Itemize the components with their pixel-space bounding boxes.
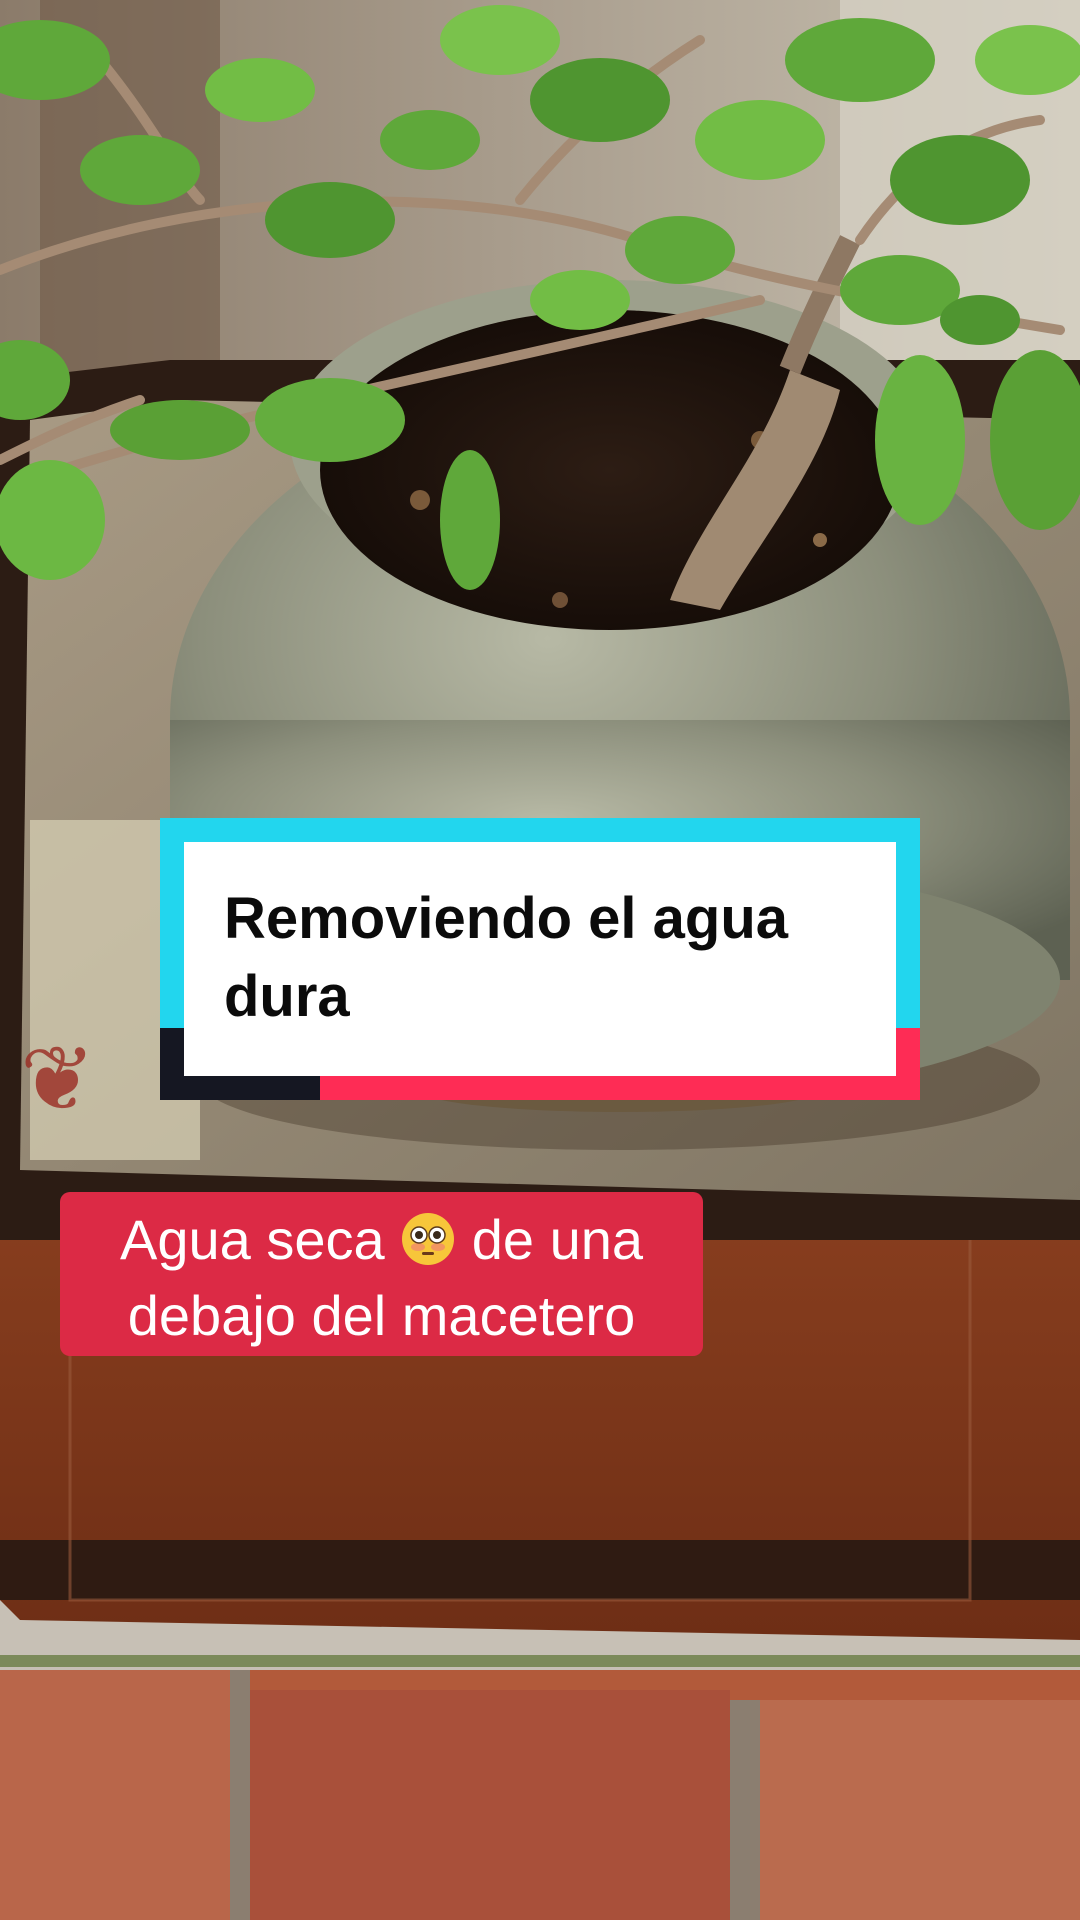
svg-text:❦: ❦ xyxy=(20,1027,95,1132)
title-text: Removiendo el agua dura xyxy=(224,886,789,1029)
flushed-face-emoji-icon xyxy=(402,1213,455,1265)
title-card: Removiendo el agua dura xyxy=(160,818,920,1100)
caption-line2: debajo del macetero xyxy=(127,1284,636,1347)
caption-line1-after: de una xyxy=(471,1208,644,1271)
caption-text: Agua seca de una debajo del macetero xyxy=(60,1202,703,1354)
caption-line1-before: Agua seca xyxy=(119,1208,385,1271)
caption-box: Agua seca de una debajo del macetero xyxy=(60,1192,703,1356)
